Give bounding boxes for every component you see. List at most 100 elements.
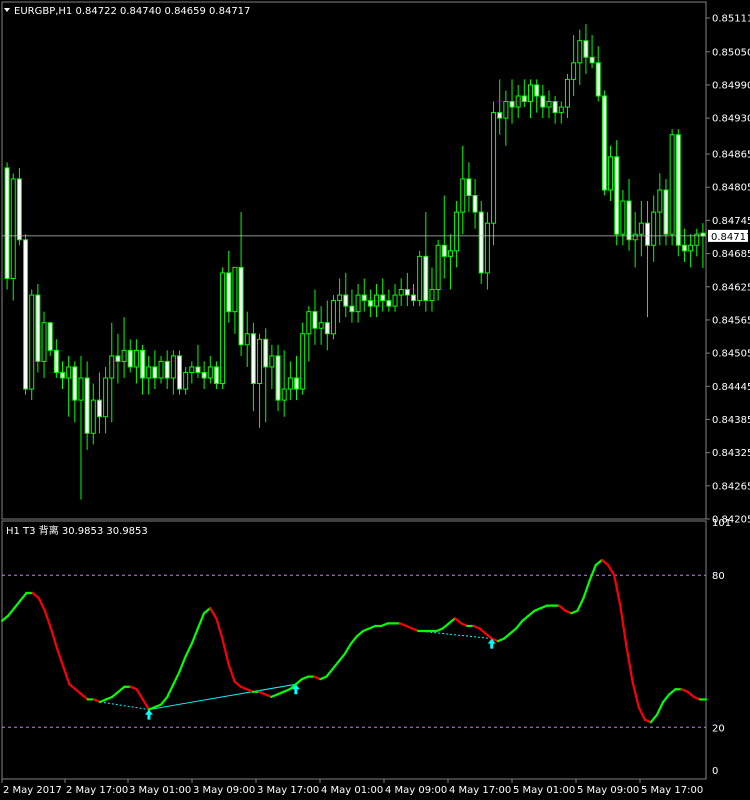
price-tick-label: 0.84805 [712, 183, 750, 194]
time-tick-label: 5 May 09:00 [577, 785, 639, 796]
candle-body [484, 222, 490, 274]
candle-body [170, 355, 176, 379]
candle-body [250, 333, 256, 385]
current-price-tag: 0.84717 [708, 229, 750, 243]
candle-body [614, 156, 620, 235]
candle-body [146, 366, 152, 379]
candle-body [109, 355, 115, 379]
time-tick-label: 2 May 17:00 [66, 785, 128, 796]
candle-body [595, 62, 601, 97]
indicator-panel: 101 80 20 0 H1 T3 背离 30.9853 30.9853 [0, 518, 731, 780]
candle-body [632, 233, 638, 241]
candle-body [269, 355, 275, 368]
candle-body [300, 333, 306, 390]
candle-body [528, 84, 533, 103]
candle-body [29, 294, 35, 390]
candle-body [626, 200, 632, 241]
time-tick-label: 4 May 17:00 [449, 785, 511, 796]
price-tick-label: 0.84865 [712, 150, 750, 161]
candle-body [521, 95, 527, 103]
candle-body [84, 377, 90, 434]
candle-body [663, 189, 669, 235]
price-tick-label: 0.84445 [712, 382, 750, 393]
candle-body [78, 377, 84, 401]
symbol-header: EURGBP,H1 0.84722 0.84740 0.84659 0.8471… [14, 6, 250, 17]
candle-body [447, 250, 453, 257]
candle-body [16, 178, 22, 241]
candle-body [478, 211, 484, 274]
time-axis: 2 May 2017 2 May 17:00 3 May 01:00 3 May 09… [1, 779, 703, 796]
indicator-tick-label: 20 [712, 723, 725, 734]
candle-body [620, 200, 626, 235]
candle-body [177, 355, 182, 390]
candle-body [96, 399, 102, 418]
candle-body [564, 78, 570, 108]
chart-canvas: 0.85111 0.85050 0.84990 0.84930 0.84865 0.848… [0, 1, 750, 796]
candle-body [35, 294, 41, 362]
candle-body [207, 366, 213, 379]
candle-body [651, 211, 657, 246]
candle-body [337, 294, 343, 302]
time-tick-label: 4 May 01:00 [321, 785, 383, 796]
price-tick-label: 0.84385 [712, 415, 750, 426]
candle-body [386, 300, 392, 307]
candle-body [244, 333, 250, 346]
price-tick-label: 0.85111 [712, 14, 750, 25]
indicator-tick-label: 101 [712, 518, 731, 529]
price-tick-label: 0.84625 [712, 282, 750, 293]
candle-body [324, 322, 330, 335]
candle-body [429, 289, 435, 302]
time-tick-label: 4 May 09:00 [385, 785, 447, 796]
candle-body [275, 355, 281, 401]
candle-body [189, 366, 195, 373]
indicator-axis: 101 80 20 0 [712, 518, 731, 777]
candle-body [515, 95, 521, 108]
candle-body [460, 178, 466, 213]
candle-body [10, 178, 16, 279]
candle-body [472, 195, 478, 213]
candle-body [669, 134, 675, 235]
candle-body [306, 311, 312, 335]
candle-body [195, 366, 201, 373]
candle-body [497, 112, 503, 119]
candle-body [558, 106, 564, 114]
candle-body [115, 355, 121, 362]
candle-body [226, 272, 232, 313]
candle-body [638, 222, 644, 235]
price-tick-label: 0.84990 [712, 80, 750, 91]
candle-body [23, 239, 29, 390]
time-tick-label: 5 May 17:00 [641, 785, 703, 796]
candle-body [398, 289, 404, 296]
price-tick-label: 0.84265 [712, 481, 750, 492]
candle-body [552, 101, 558, 114]
candle-body [491, 112, 497, 224]
candle-body [103, 377, 109, 418]
candle-body [158, 360, 164, 379]
candle-body [571, 62, 577, 80]
candle-body [417, 255, 423, 302]
candle-body [380, 294, 386, 302]
candle-body [355, 294, 361, 313]
candle-body [404, 289, 410, 296]
candle-body [257, 338, 263, 385]
candle-body [72, 366, 78, 401]
candle-body [688, 244, 694, 252]
candle-body [657, 189, 663, 213]
candle-body [577, 40, 583, 64]
indicator-panel-border [1, 520, 707, 780]
candle-body [60, 371, 65, 379]
candle-body [392, 294, 398, 307]
current-price-tag-label: 0.84717 [711, 232, 750, 243]
candle-body [441, 244, 447, 257]
candle-body [220, 272, 226, 385]
price-tick-label: 0.84685 [712, 249, 750, 260]
candle-body [349, 305, 355, 313]
price-tick-label: 0.84930 [712, 114, 750, 125]
candle-body [238, 266, 244, 346]
candle-body [263, 338, 269, 368]
candle-body [367, 300, 373, 307]
candle-body [645, 222, 650, 246]
candle-body [374, 294, 380, 307]
candle-body [287, 377, 293, 390]
candle-body [232, 266, 238, 313]
